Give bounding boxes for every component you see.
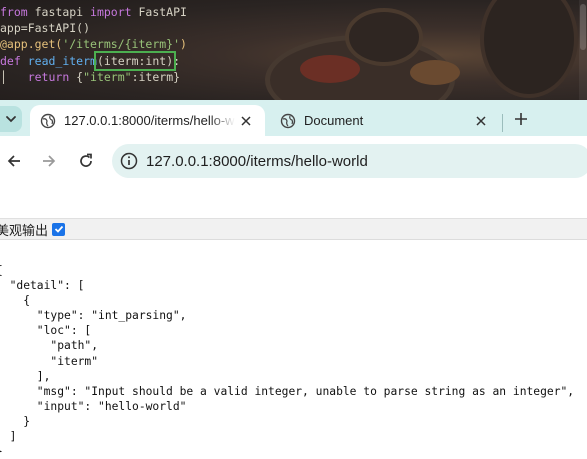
json-line: } bbox=[23, 414, 31, 428]
json-line: } bbox=[0, 444, 574, 459]
tab-close-button[interactable] bbox=[470, 110, 492, 132]
close-icon bbox=[241, 115, 251, 126]
code-token: '/iterms/{iterm}' bbox=[62, 37, 181, 52]
arrow-left-icon bbox=[7, 155, 20, 167]
editor-scrollbar[interactable] bbox=[579, 0, 587, 100]
arrow-right-icon bbox=[43, 155, 56, 167]
code-line[interactable]: from fastapi import FastAPI bbox=[0, 4, 187, 20]
globe-icon bbox=[40, 113, 56, 128]
json-line: "input": "hello-world" bbox=[0, 399, 187, 413]
code-token: FastAPI bbox=[131, 5, 187, 19]
code-token: fastapi bbox=[27, 5, 91, 19]
code-token: :iterm} bbox=[131, 69, 181, 84]
json-line: { bbox=[0, 263, 574, 278]
code-lines[interactable]: from fastapi import FastAPI app=FastAPI()… bbox=[0, 4, 187, 85]
back-button[interactable] bbox=[0, 147, 28, 175]
close-icon bbox=[476, 115, 486, 126]
code-token: import bbox=[90, 5, 132, 19]
code-token: app=FastAPI() bbox=[0, 21, 91, 36]
tab-document[interactable]: Document bbox=[270, 105, 500, 136]
json-line: "msg": "Input should be a valid integer,… bbox=[0, 384, 575, 398]
pretty-print-checkbox[interactable] bbox=[52, 222, 66, 236]
checkmark-icon bbox=[54, 225, 63, 233]
code-token: read_iterm bbox=[27, 53, 97, 68]
tab-strip: 127.0.0.1:8000/iterms/hello-world Docume… bbox=[0, 100, 587, 136]
code-token: │ bbox=[0, 69, 28, 84]
reload-icon bbox=[80, 153, 92, 167]
json-line: "path", bbox=[0, 339, 99, 353]
tab-title: Document bbox=[304, 113, 364, 128]
code-line[interactable]: app=FastAPI() bbox=[0, 20, 187, 36]
code-token: from bbox=[0, 5, 28, 19]
browser-toolbar: 127.0.0.1:8000/iterms/hello-world bbox=[0, 136, 587, 218]
tab-active[interactable]: 127.0.0.1:8000/iterms/hello-world bbox=[30, 105, 265, 136]
plus-icon bbox=[515, 113, 527, 125]
address-bar[interactable]: 127.0.0.1:8000/iterms/hello-world bbox=[112, 144, 587, 178]
tab-title: 127.0.0.1:8000/iterms/hello-world bbox=[64, 113, 235, 128]
json-line: "iterm" bbox=[0, 354, 99, 368]
json-line: { bbox=[23, 294, 31, 308]
code-token: @app.get( bbox=[0, 37, 63, 52]
url-text[interactable]: 127.0.0.1:8000/iterms/hello-world bbox=[146, 153, 368, 170]
new-tab-button[interactable] bbox=[508, 106, 534, 132]
code-token: { bbox=[69, 69, 84, 84]
scrollbar-thumb[interactable] bbox=[580, 4, 586, 50]
code-line[interactable]: def read_iterm(iterm:int): bbox=[0, 50, 187, 71]
json-line: "loc": [ bbox=[0, 324, 92, 338]
tab-close-button[interactable] bbox=[235, 110, 257, 132]
code-line[interactable]: │ return {"iterm":iterm} bbox=[0, 69, 187, 85]
code-token: def bbox=[0, 53, 21, 68]
chevron-down-icon bbox=[6, 116, 16, 123]
json-response: { "detail": [ { "type": "int_parsing", "… bbox=[0, 263, 574, 459]
background-art bbox=[410, 60, 460, 85]
code-line[interactable]: @app.get('/iterms/{iterm}') bbox=[0, 36, 187, 52]
json-line: "detail": [ bbox=[0, 279, 85, 293]
tab-search-button[interactable] bbox=[0, 106, 22, 132]
highlight-box: (iterm:int) bbox=[93, 50, 177, 71]
pretty-print-label: 美观输出 bbox=[0, 223, 49, 239]
pretty-print-bar: 美观输出 bbox=[0, 218, 587, 240]
json-line: ] bbox=[9, 430, 17, 444]
background-art bbox=[300, 55, 360, 83]
json-line: ], bbox=[0, 369, 51, 383]
background-art bbox=[345, 8, 423, 66]
code-token: "iterm" bbox=[83, 69, 132, 84]
reload-button[interactable] bbox=[72, 147, 100, 175]
code-token: : bbox=[173, 53, 181, 68]
info-icon[interactable] bbox=[120, 152, 138, 170]
code-editor: from fastapi import FastAPI app=FastAPI()… bbox=[0, 0, 587, 100]
background-art bbox=[480, 0, 578, 98]
tab-divider bbox=[502, 114, 503, 132]
json-line: "type": "int_parsing", bbox=[0, 309, 187, 323]
code-token: return bbox=[27, 69, 70, 84]
code-token: ) bbox=[180, 37, 187, 52]
globe-icon bbox=[280, 113, 296, 128]
forward-button[interactable] bbox=[35, 147, 63, 175]
